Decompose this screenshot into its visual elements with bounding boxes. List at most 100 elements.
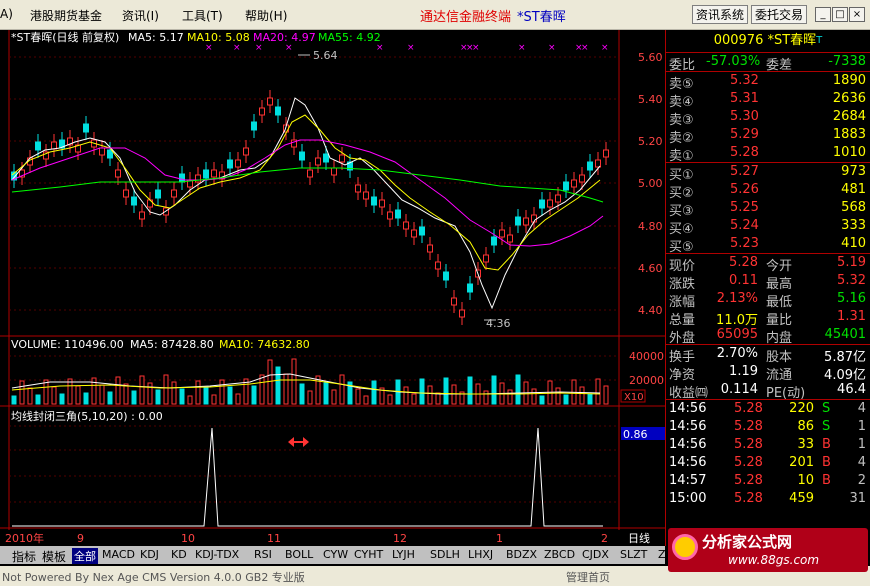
volume-bar <box>163 374 169 405</box>
menu-item-help[interactable]: 帮助(H) <box>245 7 287 24</box>
volume-bar <box>411 393 417 405</box>
vol-ma5-label: MA5: 87428.80 <box>130 338 214 351</box>
menu-item-info[interactable]: 资讯(I) <box>122 7 159 24</box>
trade-button[interactable]: 委托交易 <box>751 5 808 24</box>
candle-body <box>131 196 137 206</box>
sell-row: 卖② 5.29 1883 <box>666 126 870 146</box>
menu-item-hk[interactable]: 港股期货基金 <box>30 7 102 24</box>
mgmt-link[interactable]: 管理首页 <box>566 569 610 585</box>
tick-time: 14:57 <box>669 473 707 488</box>
stat-value: 5.16 <box>837 291 866 306</box>
restore-icon[interactable]: □ <box>832 7 848 22</box>
candle-body <box>579 174 585 183</box>
stat-row: 外盘 65095 内盘 45401 <box>666 326 870 346</box>
volume-bar <box>107 391 113 405</box>
candle-body <box>179 173 185 183</box>
stat-row: 总量 11.0万 量比 1.31 <box>666 308 870 328</box>
tab-boll[interactable]: BOLL <box>285 548 313 561</box>
candle-body <box>515 216 521 226</box>
candle-body <box>307 169 313 178</box>
volume-bar <box>555 387 561 405</box>
volume-bar <box>443 377 449 405</box>
stat-value: 1.19 <box>729 364 758 379</box>
extra-row: 换手 2.70% 股本 5.87亿 <box>666 345 870 365</box>
order-volume: 481 <box>841 182 866 197</box>
buy-row: 买④ 5.24 333 <box>666 217 870 237</box>
order-volume: 973 <box>841 164 866 179</box>
tab-lhxj[interactable]: LHXJ <box>468 548 493 561</box>
info-system-button[interactable]: 资讯系统 <box>692 5 749 24</box>
stat-label: 收益㈣ <box>669 386 709 401</box>
stat-row: 现价 5.28 今开 5.19 <box>666 254 870 274</box>
period-label: 日线 <box>628 531 650 545</box>
volume-bar <box>467 376 473 405</box>
vol-ma10-label: MA10: 74632.80 <box>219 338 310 351</box>
buy-row: 买⑤ 5.23 410 <box>666 235 870 255</box>
tick-side: B <box>822 437 831 452</box>
tab-slzt[interactable]: SLZT <box>620 548 647 561</box>
volume-bar <box>307 390 313 405</box>
candle-body <box>371 196 377 206</box>
tick-list: 14:56 5.28 220 S 4 14:56 5.28 86 S 1 14:56 5.28 33 B 1… <box>666 400 870 508</box>
tab-macd[interactable]: MACD <box>102 548 135 561</box>
menu-item-tools[interactable]: 工具(T) <box>182 7 223 24</box>
ytick: 5.40 <box>638 93 663 106</box>
tick-side: B <box>822 455 831 470</box>
volume-bar <box>491 375 497 405</box>
tick-row: 14:56 5.28 33 B 1 <box>666 436 870 454</box>
stat-value: 65095 <box>716 327 758 342</box>
volume-bar <box>67 378 73 405</box>
volume-bar <box>27 387 33 405</box>
kline-chart[interactable]: *ST春晖(日线 前复权) MA5: 5.17 MA10: 5.08 MA20:… <box>0 30 665 546</box>
indicator-value: 0.86 <box>623 428 648 441</box>
tab-cjdx[interactable]: CJDX <box>582 548 609 561</box>
tab-指标[interactable]: 指标 <box>12 548 36 565</box>
order-volume: 2684 <box>832 109 866 124</box>
candle-body <box>395 209 401 219</box>
stat-value: 5.32 <box>837 273 866 288</box>
vol-ytick: 40000 <box>629 350 664 363</box>
buy-orders: 买① 5.27 973 买② 5.26 481 买③ 5.25 568 买④ 5.24 333 买⑤ 5.… <box>666 163 870 255</box>
order-price: 5.29 <box>730 127 759 142</box>
volume-bar <box>123 383 129 405</box>
tab-cyht[interactable]: CYHT <box>354 548 383 561</box>
tick-price: 5.28 <box>734 401 763 416</box>
vol-ytick: 20000 <box>629 374 664 387</box>
stat-row: 涨幅 2.13% 最低 5.16 <box>666 290 870 310</box>
tab-bdzx[interactable]: BDZX <box>506 548 537 561</box>
tab-rsi[interactable]: RSI <box>254 548 272 561</box>
menu-item-a[interactable]: A) <box>0 7 13 21</box>
tab-模板[interactable]: 模板 <box>42 548 66 565</box>
tick-side: B <box>822 473 831 488</box>
tab-kdj[interactable]: KDJ <box>140 548 159 561</box>
volume-bar <box>403 386 409 405</box>
candle-body <box>99 147 105 156</box>
tick-count: 1 <box>857 437 866 452</box>
volume-bar <box>59 393 65 405</box>
tab-zbcd[interactable]: ZBCD <box>544 548 575 561</box>
volume-bar <box>203 387 209 405</box>
candle-body <box>259 107 265 116</box>
tab-sdlh[interactable]: SDLH <box>430 548 460 561</box>
stats-block: 现价 5.28 今开 5.19 涨跌 0.11 最高 5.32 涨幅 2.13% 最低 5.16 总量 1… <box>666 254 870 346</box>
volume-bar <box>155 389 161 405</box>
tab-lyjh[interactable]: LYJH <box>392 548 415 561</box>
minimize-icon[interactable]: _ <box>815 7 831 22</box>
volume-bar <box>35 394 41 405</box>
candle-body <box>539 199 545 209</box>
stat-value: 0.11 <box>729 273 758 288</box>
stat-value: 5.19 <box>837 255 866 270</box>
tab-全部[interactable]: 全部 <box>72 548 98 564</box>
tick-price: 5.28 <box>734 419 763 434</box>
volume-bar <box>227 386 233 405</box>
tab-kdj-tdx[interactable]: KDJ-TDX <box>195 548 239 561</box>
tab-kd[interactable]: KD <box>171 548 187 561</box>
close-icon[interactable]: × <box>849 7 865 22</box>
tick-row: 14:56 5.28 220 S 4 <box>666 400 870 418</box>
tab-cyw[interactable]: CYW <box>323 548 348 561</box>
volume-bar <box>211 394 217 405</box>
volume-bar <box>83 392 89 405</box>
tick-count: 2 <box>857 473 866 488</box>
volume-bar <box>147 382 153 405</box>
volume-bar <box>603 385 609 405</box>
